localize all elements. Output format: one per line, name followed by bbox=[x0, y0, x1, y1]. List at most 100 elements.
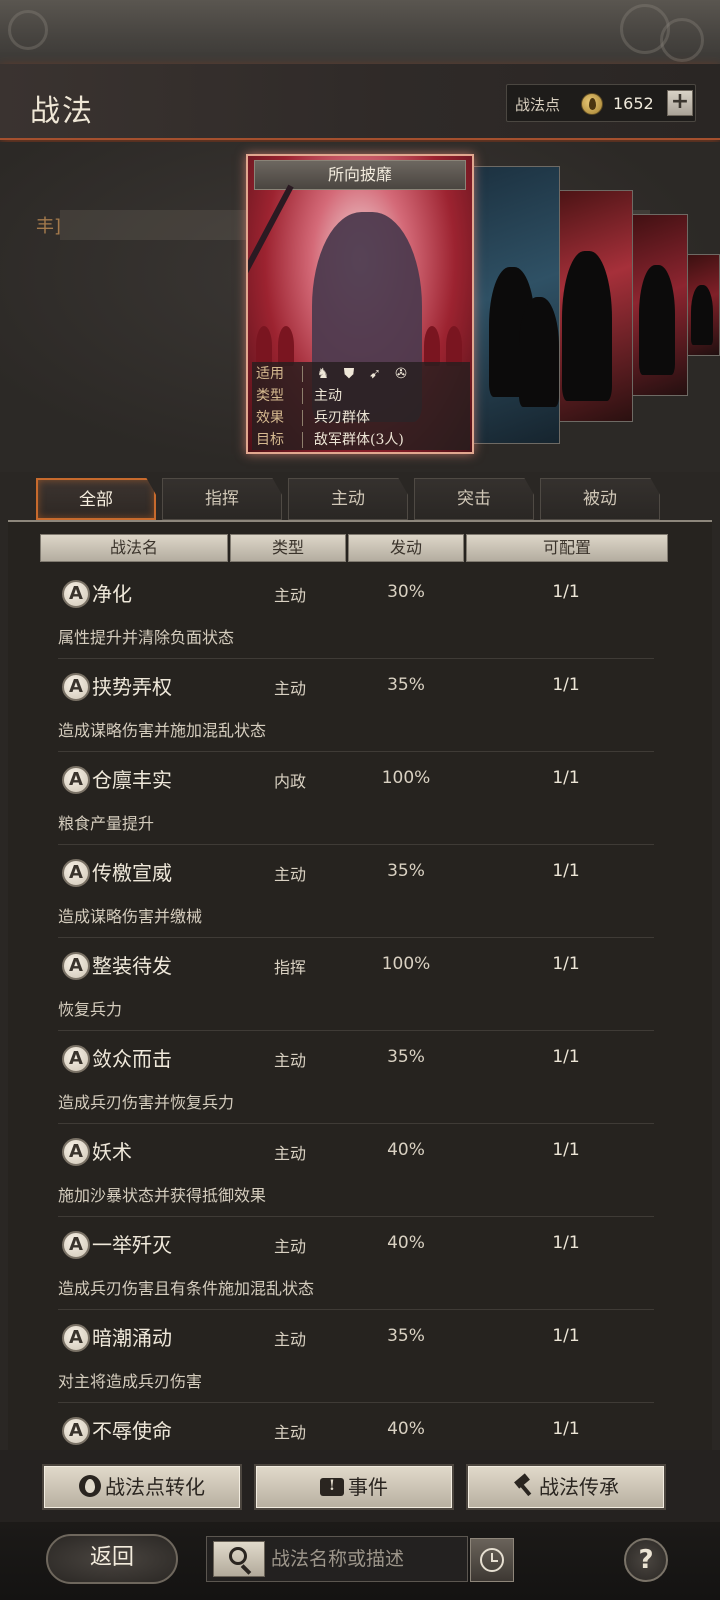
tactic-type: 主动 bbox=[273, 1237, 306, 1256]
points-value: 1652 bbox=[613, 94, 654, 113]
page-title: 战法 bbox=[30, 94, 94, 129]
tactic-slots: 1/1 bbox=[552, 1140, 580, 1160]
info-separator bbox=[302, 388, 303, 404]
tactic-name: 敛众而击 bbox=[92, 1047, 172, 1071]
top-decoration bbox=[0, 0, 720, 64]
tactic-slots: 1/1 bbox=[552, 1419, 580, 1439]
header-bar: 战法 战法点 1652 + bbox=[0, 64, 720, 140]
cavalry-icon: ♞ bbox=[316, 366, 330, 382]
points-label: 战法点 bbox=[515, 96, 561, 114]
tactic-type: 指挥 bbox=[273, 958, 306, 977]
tactic-card-preview[interactable] bbox=[468, 166, 560, 444]
tactic-row[interactable]: A 传檄宣威 主动 35% 1/1 造成谋略伤害并缴械 bbox=[8, 847, 712, 940]
tactic-row[interactable]: A 仓廪丰实 内政 100% 1/1 粮食产量提升 bbox=[8, 754, 712, 847]
tab-passive[interactable]: 被动 bbox=[540, 478, 660, 520]
tactic-row[interactable]: A 挟势弄权 主动 35% 1/1 造成谋略伤害并施加混乱状态 bbox=[8, 661, 712, 754]
bottom-bar: 返回 ? bbox=[0, 1522, 720, 1600]
event-button[interactable]: 事件 bbox=[254, 1464, 454, 1510]
clock-icon bbox=[480, 1548, 504, 1572]
info-label: 类型 bbox=[256, 388, 284, 404]
tab-all[interactable]: 全部 bbox=[36, 478, 156, 520]
tactic-card-preview[interactable] bbox=[684, 254, 720, 356]
tactic-name: 暗潮涌动 bbox=[92, 1326, 172, 1350]
tactic-row[interactable]: A 不辱使命 主动 40% 1/1 bbox=[8, 1405, 712, 1450]
search-input[interactable] bbox=[271, 1543, 461, 1575]
tactic-rate: 35% bbox=[387, 861, 425, 881]
inherit-tactic-button[interactable]: 战法传承 bbox=[466, 1464, 666, 1510]
soldier-silhouette bbox=[424, 326, 440, 366]
history-button[interactable] bbox=[470, 1538, 514, 1582]
column-header-slots[interactable]: 可配置 bbox=[466, 534, 668, 562]
tactic-card-preview[interactable] bbox=[628, 214, 688, 396]
grade-badge: A bbox=[62, 580, 90, 608]
add-points-button[interactable]: + bbox=[667, 90, 693, 116]
info-value: 兵刃群体 bbox=[314, 410, 370, 426]
tactic-rate: 35% bbox=[387, 1326, 425, 1346]
filter-tabs: 全部 指挥 主动 突击 被动 bbox=[36, 478, 666, 520]
tactic-rate: 40% bbox=[387, 1233, 425, 1253]
shield-icon: ⛊ bbox=[343, 366, 355, 382]
featured-tactic-name: 所向披靡 bbox=[254, 160, 466, 190]
tab-command[interactable]: 指挥 bbox=[162, 478, 282, 520]
row-divider bbox=[58, 751, 654, 752]
tab-active[interactable]: 主动 bbox=[288, 478, 408, 520]
grade-badge: A bbox=[62, 1138, 90, 1166]
info-value: 敌军群体(3人) bbox=[314, 432, 404, 448]
tactic-description: 恢复兵力 bbox=[58, 1000, 123, 1019]
tactic-name: 妖术 bbox=[92, 1140, 132, 1164]
wheel-icon: ✇ bbox=[395, 366, 407, 382]
tactic-row[interactable]: A 一举歼灭 主动 40% 1/1 造成兵刃伤害且有条件施加混乱状态 bbox=[8, 1219, 712, 1312]
tab-assault[interactable]: 突击 bbox=[414, 478, 534, 520]
tactic-row[interactable]: A 敛众而击 主动 35% 1/1 造成兵刃伤害并恢复兵力 bbox=[8, 1033, 712, 1126]
convert-points-label: 战法点转化 bbox=[105, 1475, 205, 1499]
grade-badge: A bbox=[62, 952, 90, 980]
column-header-name[interactable]: 战法名 bbox=[40, 534, 228, 562]
back-button[interactable]: 返回 bbox=[46, 1534, 178, 1584]
tactic-rate: 40% bbox=[387, 1140, 425, 1160]
tactic-type: 主动 bbox=[273, 1423, 306, 1442]
row-divider bbox=[58, 1309, 654, 1310]
inherit-tactic-label: 战法传承 bbox=[539, 1475, 619, 1499]
tactic-name: 挟势弄权 bbox=[92, 675, 172, 699]
cloud-ornament bbox=[660, 18, 704, 62]
grade-badge: A bbox=[62, 1324, 90, 1352]
column-header-type[interactable]: 类型 bbox=[230, 534, 346, 562]
convert-points-button[interactable]: 战法点转化 bbox=[42, 1464, 242, 1510]
search-button[interactable] bbox=[213, 1541, 265, 1577]
row-divider bbox=[58, 1030, 654, 1031]
tactic-points-display: 战法点 1652 + bbox=[506, 84, 696, 122]
tactic-name: 净化 bbox=[92, 582, 132, 606]
help-button[interactable]: ? bbox=[624, 1538, 668, 1582]
info-value: 主动 bbox=[314, 388, 342, 404]
tactic-type: 主动 bbox=[273, 865, 306, 884]
tactic-description: 属性提升并清除负面状态 bbox=[58, 628, 235, 647]
column-header-rate[interactable]: 发动 bbox=[348, 534, 464, 562]
hammer-icon bbox=[513, 1475, 535, 1497]
tactic-row[interactable]: A 妖术 主动 40% 1/1 施加沙暴状态并获得抵御效果 bbox=[8, 1126, 712, 1219]
row-divider bbox=[58, 1402, 654, 1403]
tactic-name: 不辱使命 bbox=[92, 1419, 172, 1443]
banner-bracket-text: 丰] bbox=[36, 216, 62, 237]
tactic-name: 一举歼灭 bbox=[92, 1233, 172, 1257]
tactic-type: 主动 bbox=[273, 586, 306, 605]
tactic-rate: 100% bbox=[381, 768, 431, 788]
info-label: 效果 bbox=[256, 410, 284, 426]
tactic-rate: 35% bbox=[387, 675, 425, 695]
tactic-description: 对主将造成兵刃伤害 bbox=[58, 1372, 203, 1391]
flame-icon bbox=[79, 1475, 101, 1497]
tactic-description: 施加沙暴状态并获得抵御效果 bbox=[58, 1186, 267, 1205]
tactic-row[interactable]: A 净化 主动 30% 1/1 属性提升并清除负面状态 bbox=[8, 568, 712, 661]
info-separator bbox=[302, 366, 303, 382]
tactic-card-preview[interactable] bbox=[551, 190, 633, 422]
tactic-rate: 40% bbox=[387, 1419, 425, 1439]
featured-tactic-card[interactable]: 所向披靡 适用 ♞ ⛊ ➹ ✇ 类型 主动 效果 兵刃群体 目标 敌军群体(3人… bbox=[246, 154, 474, 454]
tactic-name: 仓廪丰实 bbox=[92, 768, 172, 792]
flame-coin-icon bbox=[581, 93, 603, 115]
tactic-type: 主动 bbox=[273, 1144, 306, 1163]
tactic-list-panel[interactable]: 战法名 类型 发动 可配置 A 净化 主动 30% 1/1 属性提升并清除负面状… bbox=[8, 522, 712, 1450]
featured-tactic-info: 适用 ♞ ⛊ ➹ ✇ 类型 主动 效果 兵刃群体 目标 敌军群体(3人) bbox=[252, 362, 470, 450]
tactic-row[interactable]: A 暗潮涌动 主动 35% 1/1 对主将造成兵刃伤害 bbox=[8, 1312, 712, 1405]
silhouette bbox=[639, 265, 675, 375]
grade-badge: A bbox=[62, 1417, 90, 1445]
tactic-row[interactable]: A 整装待发 指挥 100% 1/1 恢复兵力 bbox=[8, 940, 712, 1033]
